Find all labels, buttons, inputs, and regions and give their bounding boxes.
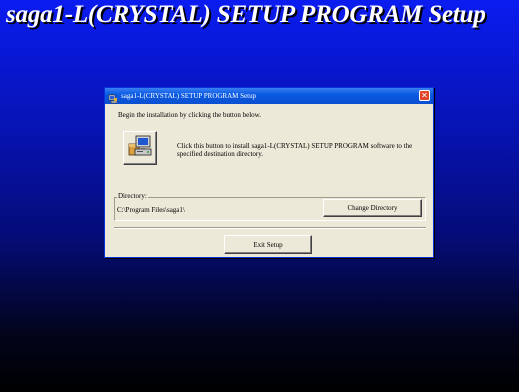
setup-computer-icon: [108, 91, 118, 104]
change-directory-button[interactable]: Change Directory: [323, 199, 422, 217]
exit-setup-button[interactable]: Exit Setup: [224, 235, 312, 254]
directory-label: Directory:: [117, 192, 148, 200]
intro-text: Begin the installation by clicking the b…: [118, 111, 262, 119]
close-button[interactable]: ✕: [419, 90, 430, 101]
setup-dialog: saga1-L(CRYSTAL) SETUP PROGRAM Setup ✕ B…: [104, 87, 434, 258]
separator: [114, 227, 426, 229]
background-title: saga1-L(CRYSTAL) SETUP PROGRAM Setup: [6, 1, 486, 28]
directory-path: C:\Program Files\saga1\: [117, 206, 185, 214]
dialog-title: saga1-L(CRYSTAL) SETUP PROGRAM Setup: [121, 92, 257, 100]
dialog-titlebar[interactable]: saga1-L(CRYSTAL) SETUP PROGRAM Setup ✕: [105, 88, 433, 104]
install-description: Click this button to install saga1-L(CRY…: [177, 142, 413, 158]
install-button[interactable]: [123, 131, 157, 165]
install-computer-icon: [127, 133, 153, 164]
